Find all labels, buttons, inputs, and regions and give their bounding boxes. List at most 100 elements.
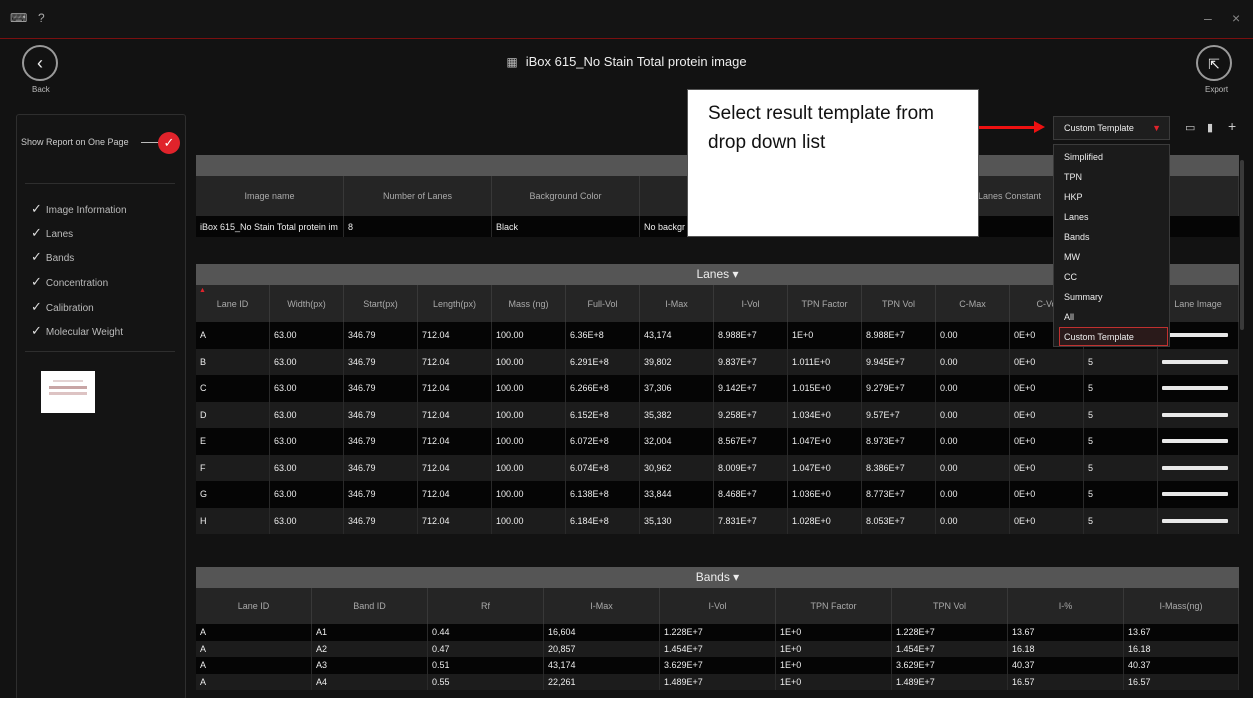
check-icon: ✓	[31, 323, 42, 338]
column-header[interactable]: I-Vol	[714, 285, 788, 322]
table-cell: F	[196, 454, 270, 481]
column-header[interactable]: TPN Vol	[892, 588, 1008, 624]
annotation-callout: Select result template from drop down li…	[687, 89, 979, 237]
column-header[interactable]: Lane ID	[196, 588, 312, 624]
minimize-button[interactable]: –	[1204, 10, 1212, 26]
column-header[interactable]: Lane Image	[1158, 285, 1239, 322]
template-option[interactable]: Lanes	[1064, 212, 1089, 222]
column-header[interactable]: I-Mass(ng)	[1124, 588, 1239, 624]
table-cell: 0.47	[428, 640, 544, 657]
gel-thumbnail[interactable]	[41, 371, 95, 413]
column-header[interactable]: I-Max	[544, 588, 660, 624]
column-header[interactable]: Band ID	[312, 588, 428, 624]
table-cell: 1.028E+0	[788, 507, 862, 534]
column-header[interactable]: Background Color	[492, 176, 640, 216]
scrollbar[interactable]	[1240, 160, 1244, 330]
template-option[interactable]: Bands	[1064, 232, 1090, 242]
table-cell: 0.44	[428, 624, 544, 641]
sidebar-item-bands[interactable]: ✓ Bands	[31, 249, 74, 265]
table-cell: Black	[492, 216, 640, 237]
table-cell: 9.57E+7	[862, 401, 936, 428]
column-header[interactable]: I-%	[1008, 588, 1124, 624]
check-icon: ✓	[31, 299, 42, 314]
table-row[interactable]: A A2 0.47 20,857 1.454E+7 1E+0 1.454E+7 16.18 16…	[196, 640, 1239, 657]
column-header[interactable]: Length(px)	[418, 285, 492, 322]
template-option[interactable]: All	[1064, 312, 1074, 322]
column-header[interactable]: Image name	[196, 176, 344, 216]
table-cell: 63.00	[270, 507, 344, 534]
column-header[interactable]: TPN Factor	[788, 285, 862, 322]
template-option[interactable]: HKP	[1064, 192, 1083, 202]
table-cell: 63.00	[270, 454, 344, 481]
table-cell: 5	[1084, 454, 1158, 481]
table-row[interactable]: D 63.00 346.79 712.04 100.00 6.152E+8 35,382 9.…	[196, 401, 1239, 428]
column-header[interactable]: Mass (ng)	[492, 285, 566, 322]
add-icon[interactable]: +	[1228, 118, 1236, 134]
bands-panel-title[interactable]: Bands ▾	[196, 567, 1239, 588]
sidebar-item-concentration[interactable]: ✓ Concentration	[31, 274, 108, 290]
table-cell: A3	[312, 657, 428, 674]
column-header[interactable]: Rf	[428, 588, 544, 624]
template-option[interactable]: Summary	[1064, 292, 1103, 302]
table-row[interactable]: E 63.00 346.79 712.04 100.00 6.072E+8 32,004 8.…	[196, 428, 1239, 455]
back-label: Back	[32, 85, 50, 94]
template-option[interactable]: Simplified	[1064, 152, 1103, 162]
table-row[interactable]: C 63.00 346.79 712.04 100.00 6.266E+8 37,306 9.…	[196, 375, 1239, 402]
table-cell: 5	[1084, 348, 1158, 375]
column-header[interactable]: C-Max	[936, 285, 1010, 322]
table-cell: 6.138E+8	[566, 481, 640, 508]
lane-image-cell	[1158, 348, 1239, 375]
table-cell: 712.04	[418, 507, 492, 534]
table-row[interactable]: A A4 0.55 22,261 1.489E+7 1E+0 1.489E+7 16.57 16…	[196, 673, 1239, 690]
sidebar-item-label: Bands	[45, 253, 75, 264]
table-row[interactable]: F 63.00 346.79 712.04 100.00 6.074E+8 30,962 8.…	[196, 454, 1239, 481]
help-icon[interactable]: ?	[38, 11, 45, 25]
accent-divider	[0, 38, 1253, 39]
sidebar-item-image-information[interactable]: ✓ Image Information	[31, 201, 127, 217]
sidebar-item-calibration[interactable]: ✓ Calibration	[31, 299, 94, 315]
table-row[interactable]: H 63.00 346.79 712.04 100.00 6.184E+8 35,130 7.…	[196, 507, 1239, 534]
table-cell: 8.973E+7	[862, 428, 936, 455]
table-cell: 0.00	[936, 481, 1010, 508]
column-header[interactable]: I-Max	[640, 285, 714, 322]
table-cell: 7.831E+7	[714, 507, 788, 534]
template-option[interactable]: CC	[1064, 272, 1077, 282]
table-cell: 712.04	[418, 322, 492, 349]
column-header[interactable]: TPN Vol	[862, 285, 936, 322]
sidebar-item-label: Calibration	[45, 303, 94, 314]
sidebar-item-molecular-weight[interactable]: ✓ Molecular Weight	[31, 323, 123, 339]
template-option[interactable]: MW	[1064, 252, 1080, 262]
table-cell: H	[196, 507, 270, 534]
delete-icon[interactable]: ▮	[1207, 121, 1213, 134]
table-row[interactable]: G 63.00 346.79 712.04 100.00 6.138E+8 33,844 8.…	[196, 481, 1239, 508]
column-header[interactable]: Start(px)	[344, 285, 418, 322]
table-row[interactable]: B 63.00 346.79 712.04 100.00 6.291E+8 39,802 9.…	[196, 348, 1239, 375]
lanes-title: Lanes	[696, 267, 730, 281]
page-title: iBox 615_No Stain Total protein image	[525, 54, 747, 69]
column-header[interactable]: Full-Vol	[566, 285, 640, 322]
sidebar-item-lanes[interactable]: ✓ Lanes	[31, 225, 73, 241]
table-cell: A4	[312, 673, 428, 690]
save-icon[interactable]: ▭	[1185, 121, 1195, 134]
column-header[interactable]: TPN Factor	[776, 588, 892, 624]
table-cell: 5	[1084, 401, 1158, 428]
table-cell: 346.79	[344, 428, 418, 455]
table-cell: 40.37	[1124, 657, 1239, 674]
column-header[interactable]: Lane ID ▲	[196, 285, 270, 322]
template-option[interactable]: Custom Template	[1064, 332, 1134, 342]
keyboard-icon[interactable]: ⌨	[10, 11, 27, 25]
table-cell: 13.67	[1008, 624, 1124, 641]
template-option[interactable]: TPN	[1064, 172, 1082, 182]
table-row[interactable]: A A1 0.44 16,604 1.228E+7 1E+0 1.228E+7 13.67 13…	[196, 624, 1239, 641]
table-row[interactable]: A A3 0.51 43,174 3.629E+7 1E+0 3.629E+7 40.37 40…	[196, 657, 1239, 674]
table-cell: 20,857	[544, 640, 660, 657]
lane-image	[1162, 386, 1228, 391]
template-select[interactable]: Custom Template ▼	[1053, 116, 1170, 140]
close-button[interactable]: ×	[1232, 10, 1240, 26]
column-header[interactable]: I-Vol	[660, 588, 776, 624]
table-cell: 30,962	[640, 454, 714, 481]
show-report-toggle[interactable]: ✓	[158, 132, 180, 154]
column-header[interactable]: Number of Lanes	[344, 176, 492, 216]
table-cell: 32,004	[640, 428, 714, 455]
column-header[interactable]: Width(px)	[270, 285, 344, 322]
